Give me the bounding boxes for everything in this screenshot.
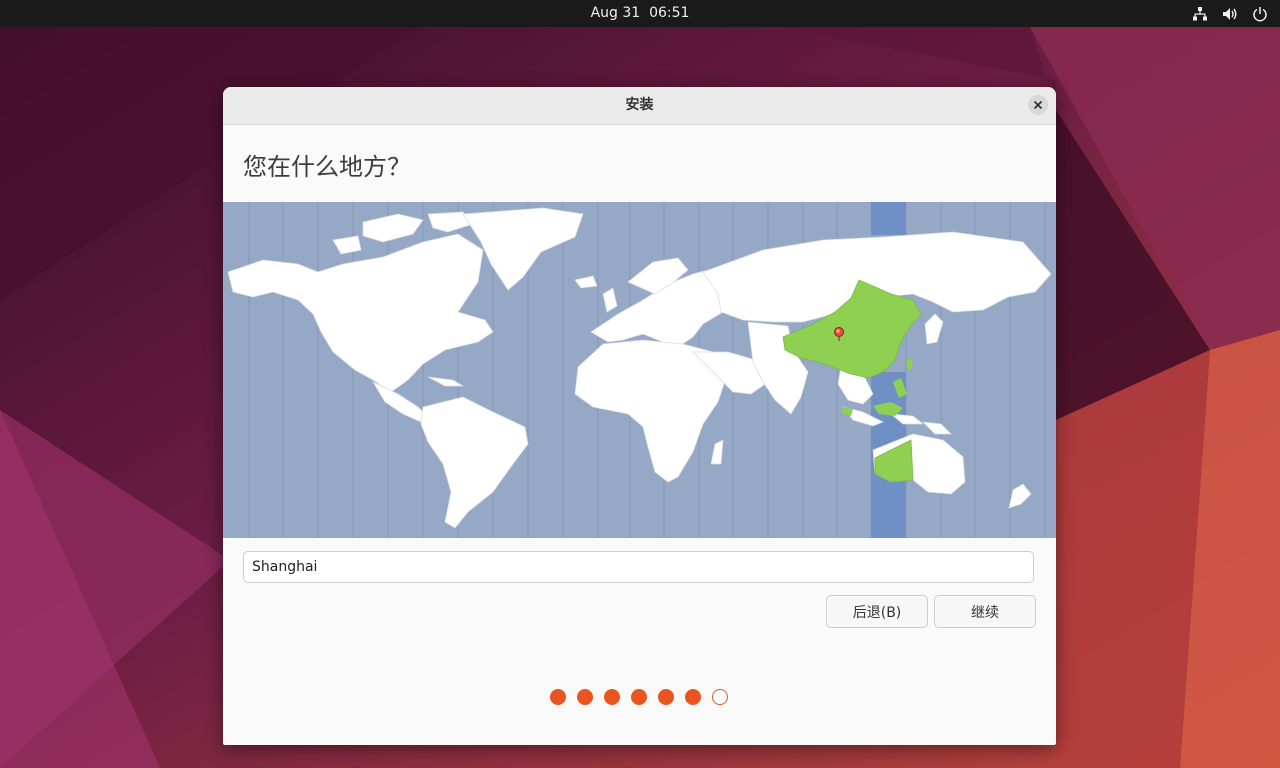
- timezone-input[interactable]: [243, 551, 1034, 583]
- progress-dot: [550, 689, 566, 705]
- installer-window: 安装 您在什么地方？ Shanghai 后退(B) 继续: [223, 87, 1056, 745]
- desktop: Aug 31 06:51 安装 您在什么地方？ Shanghai 后退(B) 继…: [0, 0, 1280, 768]
- volume-icon[interactable]: [1222, 6, 1238, 22]
- clock-time: 06:51: [649, 5, 690, 21]
- progress-dots: [550, 689, 728, 705]
- continue-button[interactable]: 继续: [934, 595, 1036, 628]
- system-tray[interactable]: [1192, 0, 1268, 27]
- world-map: [223, 202, 1056, 538]
- progress-dot: [577, 689, 593, 705]
- close-button[interactable]: [1028, 95, 1048, 115]
- progress-dot: [604, 689, 620, 705]
- clock[interactable]: Aug 31 06:51: [0, 0, 1280, 27]
- page-title: 您在什么地方？: [243, 153, 411, 181]
- back-button[interactable]: 后退(B): [826, 595, 928, 628]
- title-bar[interactable]: 安装: [223, 87, 1056, 125]
- window-title: 安装: [625, 97, 654, 113]
- progress-dot: [685, 689, 701, 705]
- power-icon[interactable]: [1252, 6, 1268, 22]
- network-icon[interactable]: [1192, 6, 1208, 22]
- progress-dot: [658, 689, 674, 705]
- top-bar: Aug 31 06:51: [0, 0, 1280, 27]
- clock-date: Aug 31: [590, 5, 641, 21]
- progress-dot: [631, 689, 647, 705]
- close-icon: [1033, 100, 1043, 110]
- timezone-map[interactable]: [223, 202, 1056, 538]
- selected-band-top: [871, 202, 906, 235]
- progress-dot-current: [712, 689, 728, 705]
